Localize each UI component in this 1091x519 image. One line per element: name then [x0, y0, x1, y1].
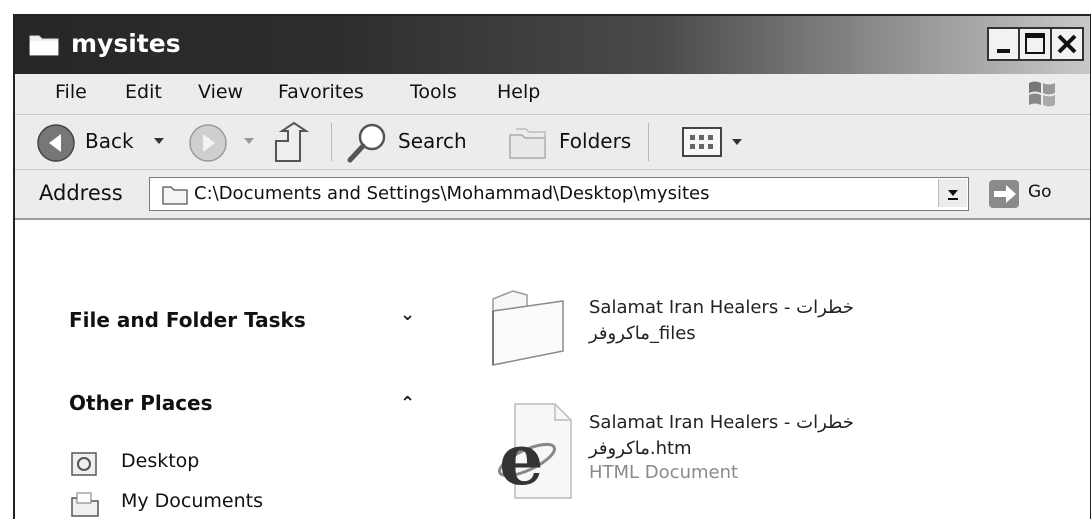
task-pane: File and Folder Tasks ⌄ Other Places ⌃ D… — [15, 220, 445, 519]
address-dropdown-button[interactable] — [938, 179, 967, 207]
desktop-icon — [71, 452, 97, 476]
toolbar-separator — [331, 123, 332, 161]
list-item[interactable]: Salamat Iran Healers - خطرات ماکروفر_fil… — [485, 281, 915, 391]
title-bar[interactable]: mysites — [15, 16, 1090, 74]
file-type: HTML Document — [589, 462, 739, 483]
address-input[interactable]: C:\Documents and Settings\Mohammad\Deskt… — [149, 177, 969, 211]
explorer-window: mysites File Edit View Favorites Tools H… — [13, 14, 1091, 519]
search-icon[interactable] — [345, 120, 391, 166]
toolbar-separator — [648, 123, 649, 161]
other-places-header[interactable]: Other Places — [69, 391, 213, 415]
svg-text:e: e — [499, 418, 544, 501]
menu-favorites[interactable]: Favorites — [278, 81, 364, 103]
place-my-documents[interactable]: My Documents — [69, 490, 263, 519]
ie-document-icon: e — [497, 403, 572, 501]
chevron-down-icon[interactable] — [243, 135, 255, 147]
address-label: Address — [39, 181, 123, 205]
folder-icon — [492, 290, 564, 366]
my-documents-icon — [71, 492, 99, 517]
menu-view[interactable]: View — [198, 81, 243, 103]
menu-file[interactable]: File — [55, 81, 87, 103]
forward-arrow-icon[interactable] — [187, 122, 229, 164]
search-button[interactable]: Search — [398, 129, 467, 153]
windows-logo-icon — [1029, 81, 1055, 107]
file-name: Salamat Iran Healers - خطرات — [589, 412, 854, 433]
maximize-button[interactable] — [1018, 27, 1052, 61]
go-arrow-icon[interactable] — [988, 179, 1020, 209]
menu-bar: File Edit View Favorites Tools Help — [15, 74, 1090, 115]
folders-button[interactable]: Folders — [559, 129, 631, 153]
window-title: mysites — [71, 29, 181, 58]
menu-tools[interactable]: Tools — [410, 81, 457, 103]
file-name-continued: ماکروفر.htm — [589, 438, 692, 459]
chevron-down-icon[interactable] — [153, 135, 165, 147]
back-button[interactable]: Back — [85, 129, 134, 153]
up-folder-icon[interactable] — [270, 121, 314, 165]
file-name: Salamat Iran Healers - خطرات — [589, 297, 854, 318]
place-label: Desktop — [121, 450, 200, 472]
file-folder-tasks-header[interactable]: File and Folder Tasks — [69, 308, 306, 332]
address-bar: Address C:\Documents and Settings\Mohamm… — [15, 170, 1090, 220]
minimize-button[interactable] — [987, 27, 1021, 61]
expand-chevron-icon[interactable]: ⌄ — [400, 304, 415, 325]
chevron-down-icon[interactable] — [731, 136, 743, 148]
standard-toolbar: Back Search Folders — [15, 115, 1090, 170]
collapse-chevron-icon[interactable]: ⌃ — [400, 393, 415, 414]
folders-icon[interactable] — [506, 123, 550, 163]
close-button[interactable] — [1050, 27, 1084, 61]
place-desktop[interactable]: Desktop — [69, 450, 199, 483]
views-icon[interactable] — [680, 125, 724, 159]
place-label: My Documents — [121, 490, 264, 512]
go-button[interactable]: Go — [1028, 182, 1052, 202]
menu-help[interactable]: Help — [497, 81, 540, 103]
menu-edit[interactable]: Edit — [125, 81, 162, 103]
list-item[interactable]: e Salamat Iran Healers - خطرات ماکروفر.h… — [485, 398, 915, 508]
address-value: C:\Documents and Settings\Mohammad\Deskt… — [194, 183, 710, 204]
folder-icon — [162, 186, 188, 205]
back-arrow-icon[interactable] — [35, 122, 77, 164]
folder-icon — [29, 35, 59, 56]
chevron-down-icon — [948, 190, 958, 200]
file-name-continued: ماکروفر_files — [589, 323, 696, 344]
